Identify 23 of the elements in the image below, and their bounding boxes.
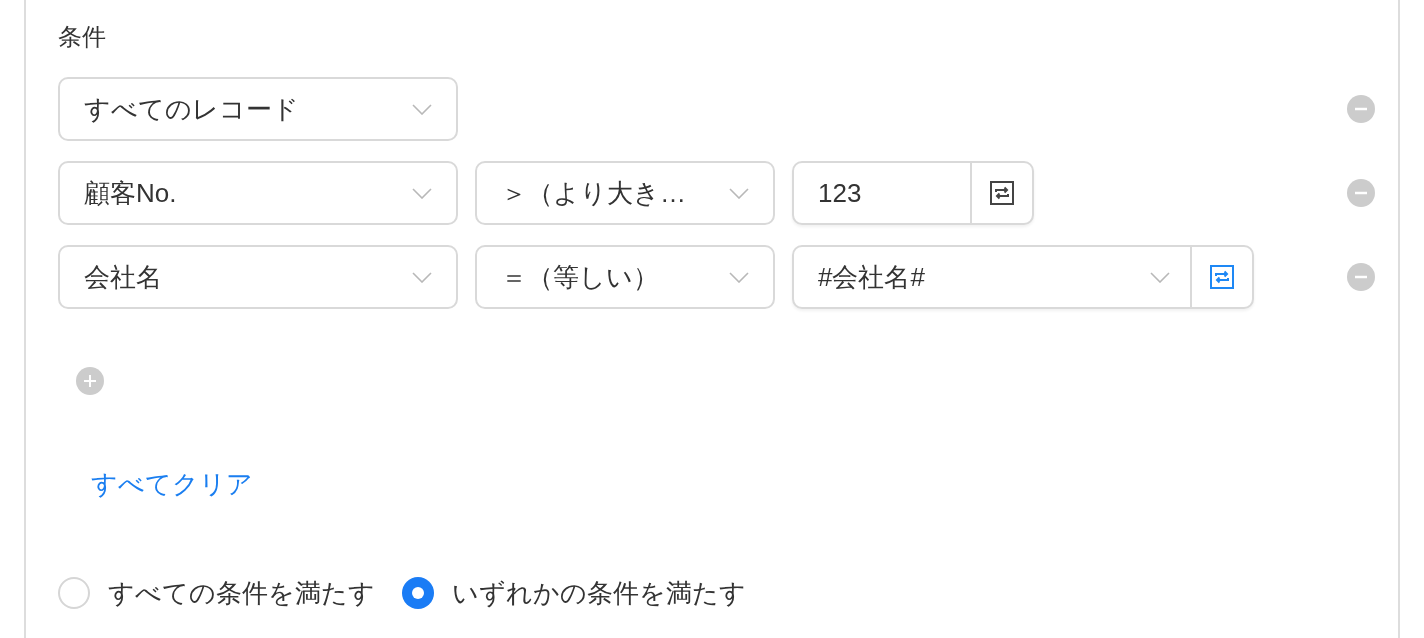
value-input[interactable]: 123 [792,161,1034,225]
radio-button[interactable] [58,577,90,609]
clear-all-link[interactable]: すべてクリア [91,467,253,501]
operator-select[interactable]: ＞（より大き… [475,161,775,225]
minus-circle-icon[interactable] [1347,95,1375,123]
field-select[interactable]: すべてのレコード [58,77,458,141]
chevron-down-icon [412,271,432,283]
radio-button[interactable] [402,577,434,609]
chevron-down-icon [1150,271,1170,283]
operator-select[interactable]: ＝（等しい） [475,245,775,309]
minus-circle-icon[interactable] [1347,179,1375,207]
plus-circle-icon[interactable] [76,367,104,395]
section-title: 条件 [58,22,106,52]
chevron-down-icon [729,271,749,283]
chevron-down-icon [729,187,749,199]
chevron-down-icon [412,187,432,199]
field-select[interactable]: 顧客No. [58,161,458,225]
chevron-down-icon [412,103,432,115]
radio-label: いずれかの条件を満たす [452,577,746,610]
radio-label: すべての条件を満たす [108,577,375,610]
minus-circle-icon[interactable] [1347,263,1375,291]
value-select[interactable]: #会社名# [792,245,1254,309]
field-select[interactable]: 会社名 [58,245,458,309]
